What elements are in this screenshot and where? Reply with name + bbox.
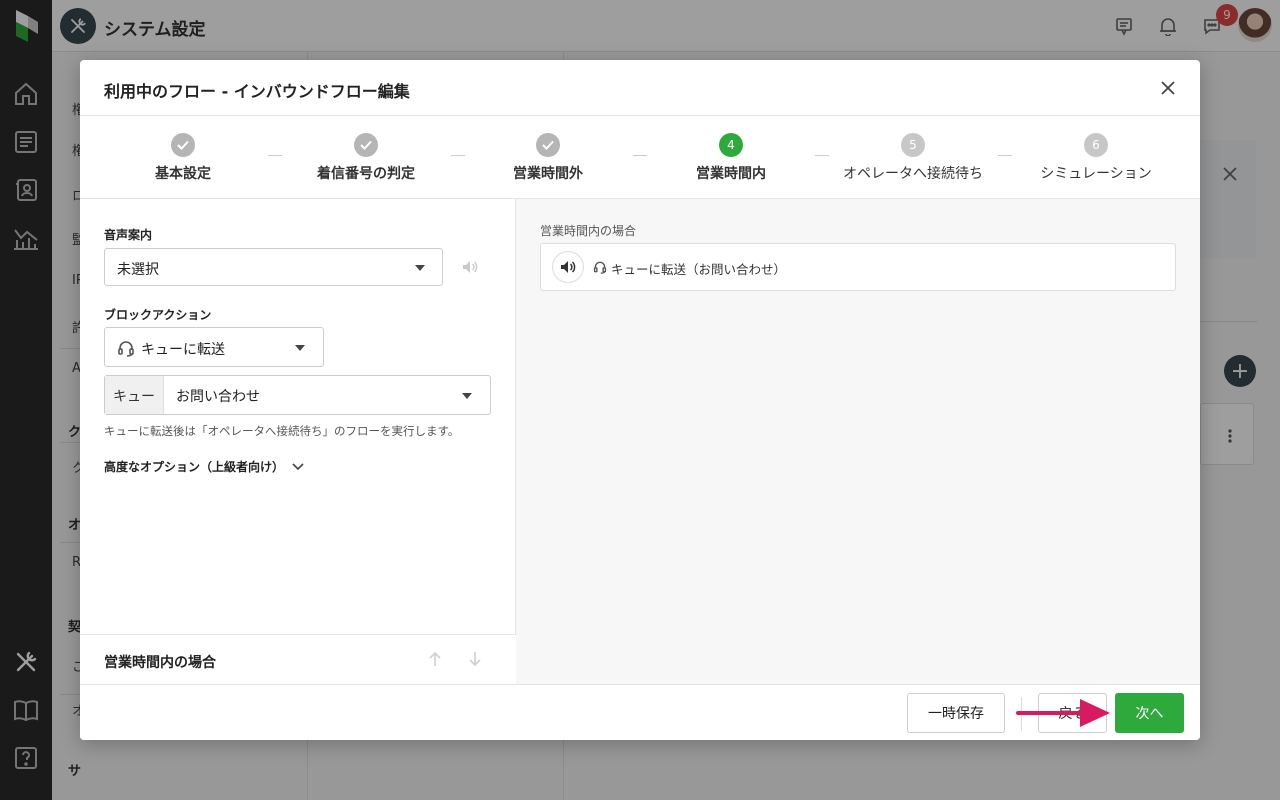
voice-guide-label: 音声案内 [104, 228, 153, 242]
step-number: 6 [1084, 133, 1108, 157]
flow-preview: 営業時間内の場合 キューに転送（お問い合わせ） [516, 199, 1200, 684]
step-simulation[interactable]: 6 シミュレーション [1005, 116, 1187, 200]
queue-hint-text: キューに転送後は「オペレータへ接続待ち」のフローを実行します。 [104, 424, 460, 438]
close-icon[interactable] [1156, 76, 1180, 100]
arrow-up-icon[interactable] [425, 649, 445, 669]
select-value: お問い合わせ [176, 389, 260, 405]
caret-down-icon [415, 265, 425, 271]
next-button[interactable]: 次へ [1115, 693, 1184, 733]
block-action-label: ブロックアクション [104, 308, 212, 322]
step-label: 営業時間外 [513, 166, 583, 182]
step-label: 着信番号の判定 [317, 166, 415, 182]
step-label: 基本設定 [155, 166, 211, 182]
step-label: オペレータへ接続待ち [843, 166, 983, 182]
chevron-down-icon [292, 460, 304, 474]
temp-save-button[interactable]: 一時保存 [907, 693, 1005, 733]
step-business-hours[interactable]: 4 営業時間内 [640, 116, 822, 200]
step-basic-settings[interactable]: 基本設定 [92, 116, 274, 200]
queue-select[interactable]: キュー お問い合わせ [104, 375, 491, 415]
block-footer: 営業時間内の場合 [80, 634, 516, 684]
check-icon [354, 133, 378, 157]
queue-prefix-label: キュー [113, 389, 155, 405]
advanced-options-label: 高度なオプション（上級者向け） [104, 460, 285, 474]
step-off-hours[interactable]: 営業時間外 [457, 116, 639, 200]
step-number: 5 [901, 133, 925, 157]
speaker-icon[interactable] [552, 251, 584, 283]
select-value: キューに転送 [141, 342, 225, 358]
step-label: 営業時間内 [696, 166, 766, 182]
step-number: 4 [719, 133, 743, 157]
stepper: 基本設定 着信番号の判定 営業時間外 4 営業時間内 5 オペレータへ接続待ち [80, 115, 1200, 199]
select-value: 未選択 [117, 262, 159, 278]
arrow-down-icon[interactable] [465, 649, 485, 669]
preview-action: キューに転送（お問い合わせ） [593, 259, 786, 278]
headset-icon [117, 339, 135, 361]
headset-icon [593, 260, 607, 277]
caret-down-icon [462, 393, 472, 399]
queue-prefix-box: キュー [105, 376, 164, 414]
block-title: 営業時間内の場合 [104, 655, 216, 671]
settings-form: 音声案内 未選択 ブロックアクション キューに転送 キュー お問い合わせ キュー… [80, 199, 516, 684]
check-icon [536, 133, 560, 157]
preview-action-text: キューに転送（お問い合わせ） [611, 262, 787, 277]
step-number-check[interactable]: 着信番号の判定 [275, 116, 457, 200]
step-wait-operator[interactable]: 5 オペレータへ接続待ち [822, 116, 1004, 200]
speaker-icon [461, 258, 479, 280]
advanced-options-toggle[interactable]: 高度なオプション（上級者向け） [104, 458, 304, 475]
check-icon [171, 133, 195, 157]
voice-guide-select[interactable]: 未選択 [104, 248, 443, 286]
preview-label: 営業時間内の場合 [540, 224, 637, 238]
block-action-select[interactable]: キューに転送 [104, 327, 324, 367]
step-label: シミュレーション [1040, 166, 1152, 182]
flow-edit-modal: 利用中のフロー - インバウンドフロー編集 基本設定 着信番号の判定 営業時間外… [80, 60, 1200, 740]
modal-title: 利用中のフロー - インバウンドフロー編集 [104, 82, 410, 101]
caret-down-icon [295, 345, 305, 351]
preview-action-card[interactable]: キューに転送（お問い合わせ） [540, 243, 1176, 291]
pointer-arrow-icon [1016, 696, 1112, 730]
